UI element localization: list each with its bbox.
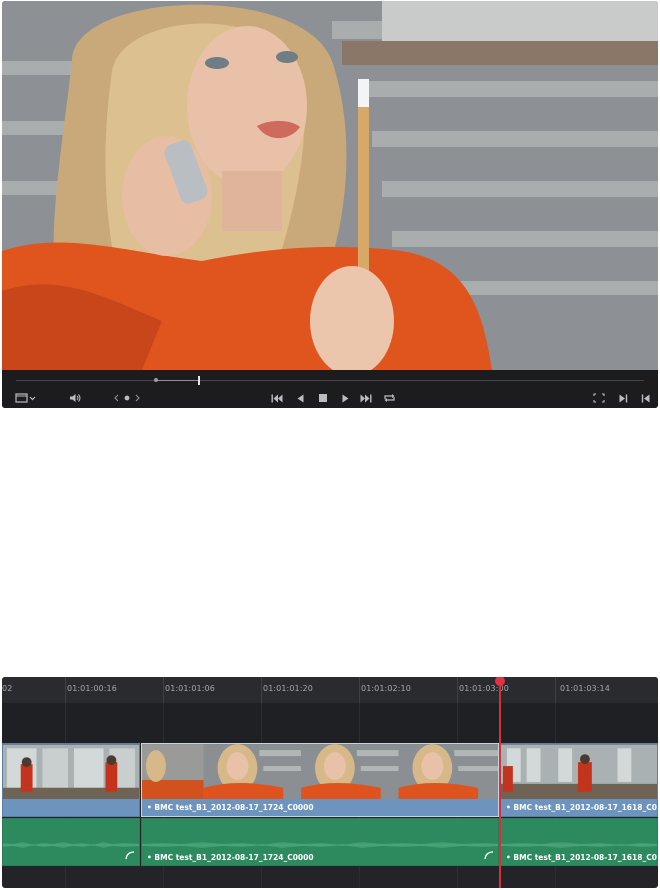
timecode-ruler[interactable]: 02 01:01:00:16 01:01:01:06 01:01:01:20 0… xyxy=(2,677,658,703)
scrubber-handle[interactable] xyxy=(198,376,200,385)
video-clip[interactable] xyxy=(2,743,140,817)
ruler-label: 01:01:02:10 xyxy=(361,684,411,693)
video-frame-image xyxy=(2,1,658,370)
next-edit-icon[interactable] xyxy=(617,389,629,407)
clip-thumbnails xyxy=(3,744,139,800)
video-clip[interactable]: • BMC test_B1_2012-08-17_1618_C0001 xyxy=(500,743,658,817)
skip-forward-icon[interactable] xyxy=(359,389,373,407)
timeline-panel[interactable]: 02 01:01:00:16 01:01:01:06 01:01:01:20 0… xyxy=(2,677,658,888)
clip-thumbnail xyxy=(142,744,498,800)
audio-clip[interactable] xyxy=(2,818,140,866)
loop-icon[interactable] xyxy=(382,389,396,407)
speaker-icon[interactable] xyxy=(68,389,82,407)
skip-back-icon[interactable] xyxy=(270,389,284,407)
scrubber-in-point xyxy=(154,378,158,382)
clip-thumbnails xyxy=(501,744,657,800)
ruler-tick xyxy=(359,677,360,703)
clip-label xyxy=(3,799,139,816)
viewer-options-icon[interactable] xyxy=(14,389,38,407)
ruler-label: 01:01:03:14 xyxy=(560,684,610,693)
audio-clip[interactable]: • BMC test_B1_2012-08-17_1618_C0001 xyxy=(500,818,658,866)
clip-label: • BMC test_B1_2012-08-17_1724_C0000 xyxy=(147,853,314,862)
ruler-label: 02 xyxy=(2,684,13,693)
jog-wheel-icon[interactable] xyxy=(113,389,141,407)
clip-thumbnail xyxy=(501,744,657,800)
video-frame xyxy=(2,1,658,370)
clip-label: • BMC test_B1_2012-08-17_1724_C0000 xyxy=(142,799,498,816)
play-icon[interactable] xyxy=(339,389,351,407)
ruler-label: 01:01:01:06 xyxy=(165,684,215,693)
playhead[interactable] xyxy=(499,677,501,888)
viewer-panel xyxy=(2,1,658,408)
ruler-tick xyxy=(261,677,262,703)
audio-clip[interactable]: • BMC test_B1_2012-08-17_1724_C0000 xyxy=(141,818,499,866)
clip-label: • BMC test_B1_2012-08-17_1618_C0001 xyxy=(501,799,657,816)
fade-handle-icon[interactable] xyxy=(125,851,135,860)
prev-edit-icon[interactable] xyxy=(639,389,651,407)
ruler-label: 01:01:00:16 xyxy=(67,684,117,693)
ruler-label: 01:01:01:20 xyxy=(263,684,313,693)
fade-handle-icon[interactable] xyxy=(484,851,494,860)
audio-waveform xyxy=(3,842,139,848)
scrubber-progress xyxy=(156,380,198,381)
transport-bar xyxy=(2,370,658,408)
ruler-tick xyxy=(457,677,458,703)
match-frame-icon[interactable] xyxy=(592,389,606,407)
ruler-tick xyxy=(555,677,556,703)
stop-icon[interactable] xyxy=(317,389,329,407)
clip-thumbnails xyxy=(142,744,498,800)
empty-track-area[interactable] xyxy=(2,703,658,743)
clip-label: • BMC test_B1_2012-08-17_1618_C0001 xyxy=(506,853,658,862)
play-reverse-icon[interactable] xyxy=(294,389,306,407)
video-clip-selected[interactable]: • BMC test_B1_2012-08-17_1724_C0000 xyxy=(141,743,499,817)
ruler-tick xyxy=(65,677,66,703)
ruler-tick xyxy=(163,677,164,703)
clip-thumbnail xyxy=(3,744,139,800)
scrubber-track[interactable] xyxy=(16,380,644,381)
